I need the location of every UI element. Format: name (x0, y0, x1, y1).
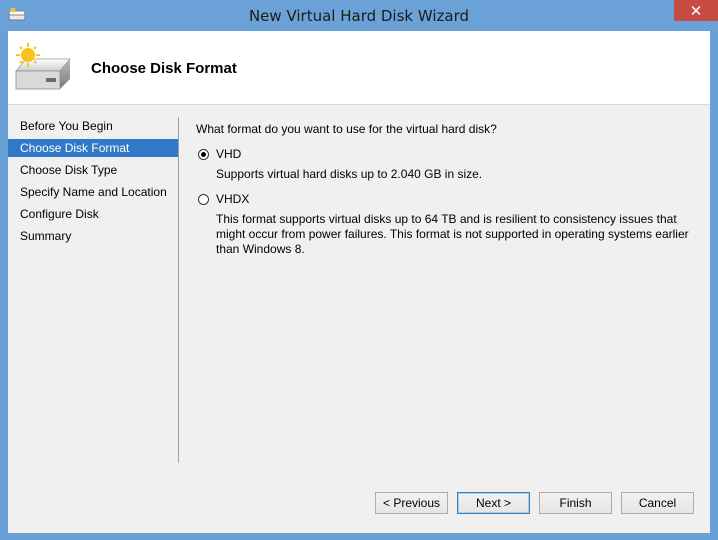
title-bar[interactable]: New Virtual Hard Disk Wizard ✕ (0, 0, 718, 31)
wizard-client-area: Choose Disk Format Before You Begin Choo… (8, 31, 710, 533)
wizard-header: Choose Disk Format (8, 31, 710, 105)
cancel-button[interactable]: Cancel (621, 492, 694, 514)
previous-button[interactable]: < Previous (375, 492, 448, 514)
window-title: New Virtual Hard Disk Wizard (248, 7, 470, 25)
close-button[interactable]: ✕ (674, 0, 718, 21)
vhdx-label: VHDX (216, 192, 250, 206)
wizard-step-nav: Before You Begin Choose Disk Format Choo… (8, 117, 179, 463)
vhd-radio[interactable] (198, 148, 209, 160)
nav-item-choose-disk-format[interactable]: Choose Disk Format (8, 139, 178, 157)
close-icon: ✕ (689, 2, 703, 20)
nav-item-before-you-begin[interactable]: Before You Begin (8, 117, 178, 135)
nav-item-summary[interactable]: Summary (8, 227, 178, 245)
page-title: Choose Disk Format (91, 60, 237, 77)
wizard-window: New Virtual Hard Disk Wizard ✕ Choose Di… (0, 0, 718, 540)
vhd-description: Supports virtual hard disks up to 2.040 … (216, 167, 483, 181)
nav-item-specify-name-location[interactable]: Specify Name and Location (8, 183, 178, 201)
wizard-button-bar: < Previous Next > Finish Cancel (8, 492, 710, 516)
hard-disk-new-icon (15, 43, 71, 90)
vhd-label: VHD (216, 147, 242, 161)
vhdx-description: This format supports virtual disks up to… (216, 212, 689, 256)
vhd-option[interactable]: VHD (198, 147, 241, 161)
next-button[interactable]: Next > (457, 492, 530, 514)
vhdx-radio[interactable] (198, 193, 209, 205)
nav-item-choose-disk-type[interactable]: Choose Disk Type (8, 161, 178, 179)
vhdx-option[interactable]: VHDX (198, 192, 249, 206)
finish-button[interactable]: Finish (539, 492, 612, 514)
format-question: What format do you want to use for the v… (196, 122, 497, 136)
nav-item-configure-disk[interactable]: Configure Disk (8, 205, 178, 223)
